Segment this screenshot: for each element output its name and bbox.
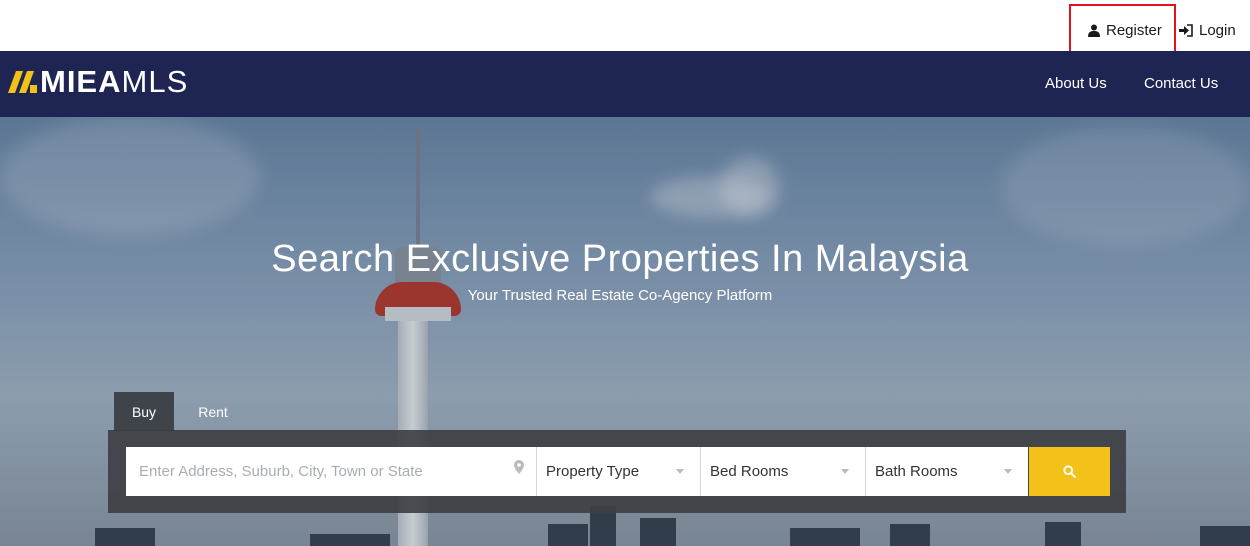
bed-rooms-select[interactable]: Bed Rooms	[700, 447, 865, 496]
tab-buy[interactable]: Buy	[114, 392, 174, 431]
register-link[interactable]: Register	[1088, 20, 1162, 40]
address-placeholder: Enter Address, Suburb, City, Town or Sta…	[139, 463, 423, 480]
property-type-select[interactable]: Property Type	[536, 447, 700, 496]
brand-logo[interactable]: MIEA MLS	[6, 64, 189, 99]
login-label: Login	[1199, 21, 1236, 39]
search-panel: Enter Address, Suburb, City, Town or Sta…	[108, 430, 1126, 513]
sign-in-icon	[1179, 23, 1193, 37]
hero-subtitle: Your Trusted Real Estate Co-Agency Platf…	[467, 287, 773, 304]
bath-rooms-value: Bath Rooms	[875, 463, 958, 480]
chevron-down-icon	[1004, 469, 1012, 474]
bath-rooms-select[interactable]: Bath Rooms	[865, 447, 1028, 496]
login-link[interactable]: Login	[1179, 20, 1236, 40]
tab-rent[interactable]: Rent	[178, 392, 248, 431]
bed-rooms-value: Bed Rooms	[710, 463, 789, 480]
hero-banner: Search Exclusive Properties In Malaysia …	[0, 117, 1250, 546]
property-type-value: Property Type	[546, 463, 640, 480]
logo-mark	[6, 71, 38, 93]
nav-about-us[interactable]: About Us	[1045, 75, 1107, 92]
brand-name-thin: MLS	[121, 64, 189, 99]
search-button[interactable]	[1029, 447, 1110, 496]
chevron-down-icon	[676, 469, 684, 474]
register-label: Register	[1106, 21, 1162, 39]
nav-contact-us[interactable]: Contact Us	[1144, 75, 1218, 92]
map-pin-icon	[514, 460, 524, 474]
main-navbar: MIEA MLS About Us Contact Us	[0, 51, 1250, 117]
search-icon	[1063, 465, 1076, 478]
user-icon	[1088, 24, 1100, 37]
brand-name-bold: MIEA	[40, 64, 122, 99]
top-utility-bar: Register Login	[0, 0, 1250, 53]
hero-title: Search Exclusive Properties In Malaysia	[271, 238, 969, 280]
chevron-down-icon	[841, 469, 849, 474]
address-search-input[interactable]: Enter Address, Suburb, City, Town or Sta…	[126, 447, 536, 496]
